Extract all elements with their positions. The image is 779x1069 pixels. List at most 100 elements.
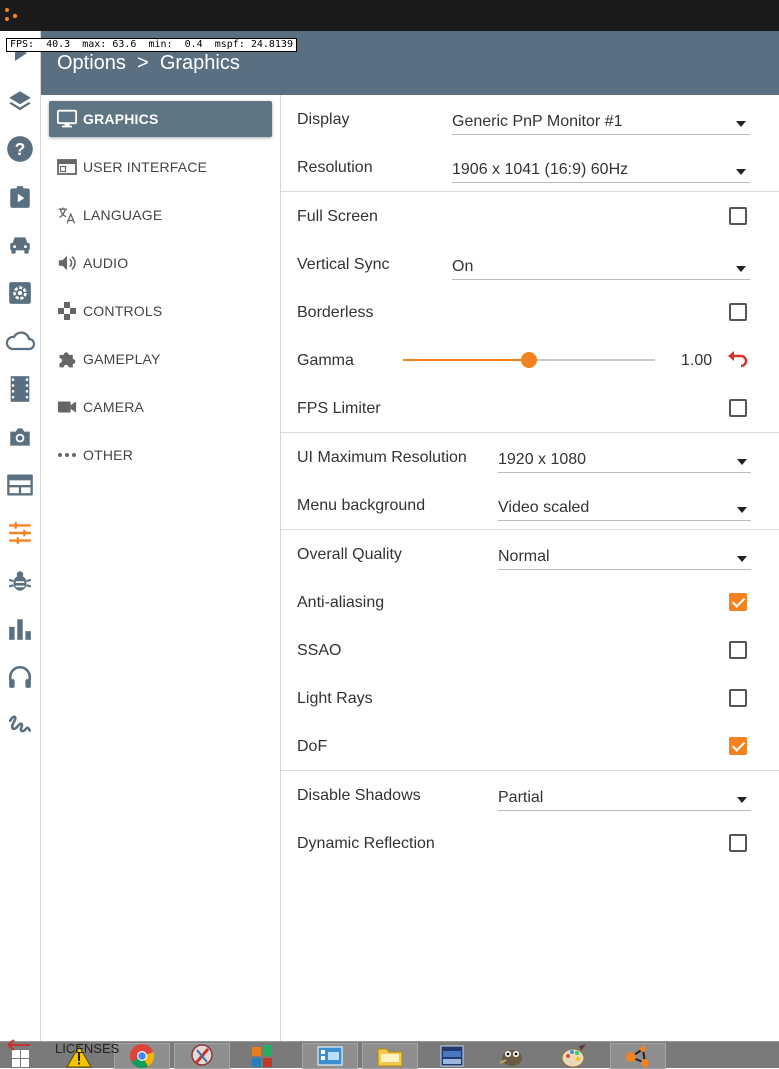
setting-label: SSAO	[297, 642, 342, 659]
sliders-icon[interactable]	[4, 517, 36, 549]
app-logo-icon	[626, 1046, 649, 1067]
light-rays-checkbox[interactable]	[729, 689, 747, 707]
taskbar-file-manager[interactable]	[362, 1043, 418, 1069]
disable-shadows-select[interactable]: Partial	[498, 785, 751, 811]
section-divider	[281, 191, 779, 192]
monitor-icon	[57, 109, 77, 129]
window-icon[interactable]	[4, 469, 36, 501]
setting-label: UI Maximum Resolution	[297, 449, 467, 466]
vertical-sync-select[interactable]: On	[452, 254, 750, 280]
overall-quality-select[interactable]: Normal	[498, 544, 751, 570]
puzzle-icon	[57, 349, 77, 369]
clipboard-play-icon[interactable]	[4, 181, 36, 213]
setting-row-borderless: Borderless	[281, 289, 779, 337]
taskbar-app-window[interactable]	[424, 1043, 480, 1069]
gamepad-icon	[57, 301, 77, 321]
display-select[interactable]: Generic PnP Monitor #1	[452, 109, 750, 135]
gamma-slider-thumb[interactable]	[521, 352, 537, 368]
signature-icon[interactable]	[4, 709, 36, 741]
bar-chart-icon[interactable]	[4, 613, 36, 645]
select-value: 1906 x 1041 (16:9) 60Hz	[452, 161, 629, 178]
nav-item-label: LANGUAGE	[83, 207, 163, 223]
licenses-link[interactable]: LICENSES	[55, 1041, 119, 1056]
taskbar-active-app[interactable]	[610, 1043, 666, 1069]
full-screen-checkbox[interactable]	[729, 207, 747, 225]
resolution-select[interactable]: 1906 x 1041 (16:9) 60Hz	[452, 157, 750, 183]
cloud-icon[interactable]	[4, 325, 36, 357]
setting-label: Display	[297, 111, 350, 128]
nav-item-camera[interactable]: CAMERA	[49, 389, 272, 425]
nav-item-audio[interactable]: AUDIO	[49, 245, 272, 281]
setting-label: Vertical Sync	[297, 256, 390, 273]
film-icon[interactable]	[4, 373, 36, 405]
dynamic-reflection-checkbox[interactable]	[729, 834, 747, 852]
select-value: Normal	[498, 548, 550, 565]
back-arrow-icon[interactable]	[6, 1038, 32, 1052]
graphics-settings-panel: Display Generic PnP Monitor #1 Resolutio…	[281, 95, 779, 1041]
taskbar-chrome[interactable]	[114, 1043, 170, 1069]
setting-row-anti-aliasing: Anti-aliasing	[281, 579, 779, 627]
car-icon[interactable]	[4, 229, 36, 261]
app-logo-icon	[5, 8, 18, 21]
dropdown-caret-icon	[737, 556, 747, 562]
borderless-checkbox[interactable]	[729, 303, 747, 321]
taskbar-gimp[interactable]	[484, 1043, 540, 1069]
fps-limiter-checkbox[interactable]	[729, 399, 747, 417]
help-icon[interactable]: ?	[4, 133, 36, 165]
select-value: Partial	[498, 789, 544, 806]
select-value: 1920 x 1080	[498, 451, 587, 468]
setting-row-ssao: SSAO	[281, 627, 779, 675]
reset-icon[interactable]	[727, 351, 749, 369]
nav-item-label: AUDIO	[83, 255, 129, 271]
setting-row-disable-shadows: Disable Shadows Partial	[281, 772, 779, 820]
nav-item-user-interface[interactable]: USER INTERFACE	[49, 149, 272, 185]
setting-row-dof: DoF	[281, 723, 779, 771]
setting-label: FPS Limiter	[297, 400, 381, 417]
breadcrumb: Options > Graphics	[57, 52, 240, 74]
app-top-bar	[0, 0, 779, 31]
layers-icon[interactable]	[4, 85, 36, 117]
setting-row-ui-max-resolution: UI Maximum Resolution 1920 x 1080	[281, 434, 779, 482]
settings-box-icon[interactable]	[4, 277, 36, 309]
setting-label: Menu background	[297, 497, 426, 514]
setting-row-dynamic-reflection: Dynamic Reflection	[281, 820, 779, 868]
nav-item-label: GRAPHICS	[83, 111, 159, 127]
setting-label: Anti-aliasing	[297, 594, 385, 611]
nav-item-controls[interactable]: CONTROLS	[49, 293, 272, 329]
gamma-slider[interactable]	[403, 352, 655, 368]
folder-icon	[377, 1048, 403, 1067]
taskbar-app-tools[interactable]	[174, 1043, 230, 1069]
setting-label: Resolution	[297, 159, 373, 176]
section-divider	[281, 432, 779, 433]
app-window-icon	[440, 1045, 464, 1067]
section-divider	[281, 770, 779, 771]
dof-checkbox[interactable]	[729, 737, 747, 755]
camera-icon[interactable]	[4, 421, 36, 453]
browser-window-icon	[57, 157, 77, 177]
setting-row-menu-background: Menu background Video scaled	[281, 482, 779, 530]
dropdown-caret-icon	[737, 507, 747, 513]
nav-item-other[interactable]: OTHER	[49, 437, 272, 473]
taskbar-paint[interactable]	[546, 1043, 602, 1069]
nav-item-language[interactable]: LANGUAGE	[49, 197, 272, 233]
setting-label: Full Screen	[297, 208, 378, 225]
taskbar-app-blocks[interactable]	[234, 1043, 290, 1069]
anti-aliasing-checkbox[interactable]	[729, 593, 747, 611]
select-value: On	[452, 258, 474, 275]
headphones-icon[interactable]	[4, 661, 36, 693]
setting-row-fps-limiter: FPS Limiter	[281, 385, 779, 433]
nav-item-gameplay[interactable]: GAMEPLAY	[49, 341, 272, 377]
translate-icon	[57, 205, 77, 225]
ui-max-resolution-select[interactable]: 1920 x 1080	[498, 447, 751, 473]
taskbar-app-desktop[interactable]	[302, 1043, 358, 1069]
gamma-value: 1.00	[681, 352, 713, 369]
setting-row-light-rays: Light Rays	[281, 675, 779, 723]
ssao-checkbox[interactable]	[729, 641, 747, 659]
more-dots-icon	[57, 445, 77, 465]
tools-icon	[191, 1044, 213, 1066]
bug-icon[interactable]	[4, 565, 36, 597]
svg-text:?: ?	[15, 139, 26, 159]
setting-row-full-screen: Full Screen	[281, 193, 779, 241]
menu-background-select[interactable]: Video scaled	[498, 495, 751, 521]
nav-item-graphics[interactable]: GRAPHICS	[49, 101, 272, 137]
